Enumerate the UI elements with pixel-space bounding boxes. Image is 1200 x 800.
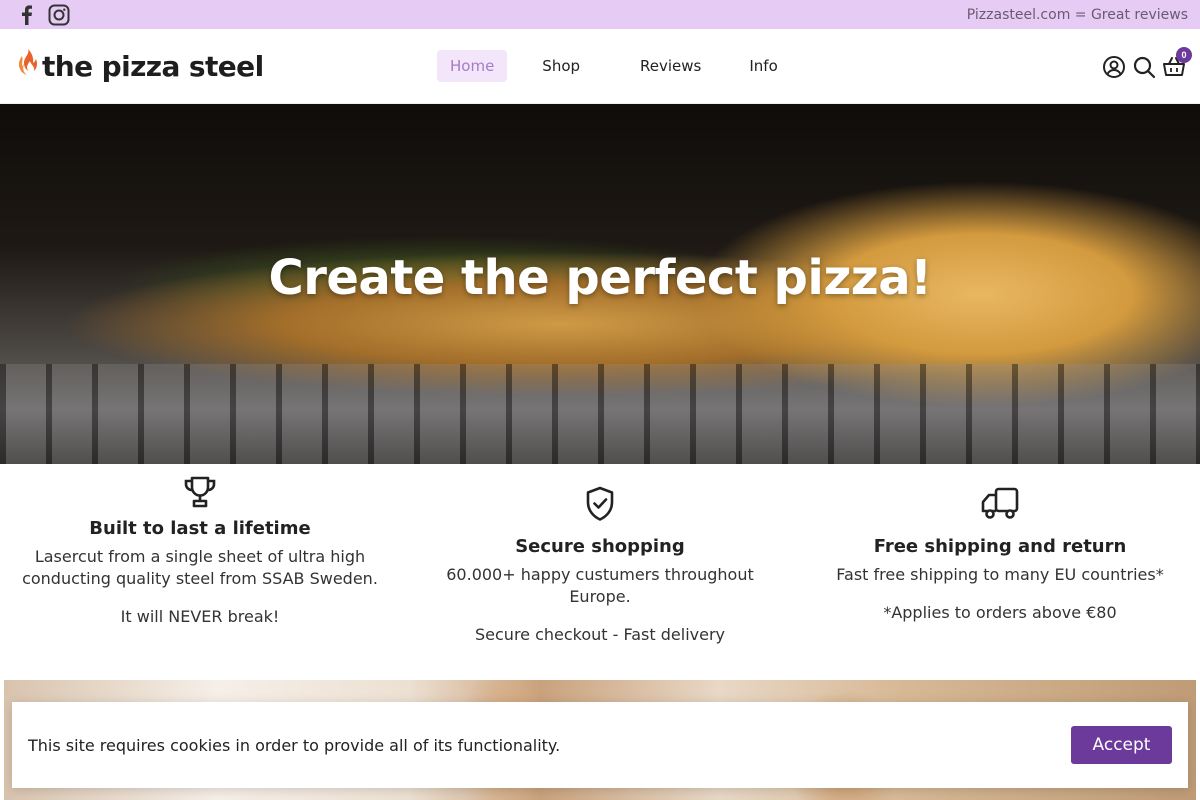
nav-home[interactable]: Home [437,50,508,82]
announcement-text[interactable]: Pizzasteel.com = Great reviews [967,7,1188,23]
announcement-bar: Pizzasteel.com = Great reviews [0,0,1200,29]
feature-subtext: It will NEVER break! [120,607,280,626]
nav-shop[interactable]: Shop [529,50,593,82]
search-icon[interactable] [1132,55,1156,79]
feature-subtext: Secure checkout - Fast delivery [475,625,725,644]
logo-text: the pizza steel [42,50,264,83]
feature-shipping: Free shipping and return Fast free shipp… [800,464,1200,680]
header-actions: 0 [1102,47,1192,79]
cart-icon[interactable]: 0 [1162,47,1192,79]
hero-banner: Create the perfect pizza! [0,104,1200,464]
accept-cookies-button[interactable]: Accept [1071,726,1172,764]
feature-text: Lasercut from a single sheet of ultra hi… [22,547,378,588]
cookie-banner: This site requires cookies in order to p… [12,702,1188,788]
main-nav: Home Shop Reviews Info [437,50,801,82]
cookie-text: This site requires cookies in order to p… [28,735,561,755]
feature-title: Free shipping and return [873,536,1127,557]
feature-lifetime: Built to last a lifetime Lasercut from a… [0,464,400,680]
feature-subtext: *Applies to orders above €80 [883,603,1117,622]
flame-logo-icon [16,47,40,86]
facebook-icon[interactable] [18,4,36,25]
feature-title: Built to last a lifetime [89,518,311,539]
cart-count-badge: 0 [1176,47,1192,63]
feature-secure: Secure shopping 60.000+ happy custumers … [400,464,800,680]
trophy-icon [20,474,380,510]
nav-info[interactable]: Info [736,50,790,82]
instagram-icon[interactable] [48,4,70,26]
site-header: the pizza steel Home Shop Reviews Info 0 [0,29,1200,104]
hero-title: Create the perfect pizza! [268,250,932,306]
feature-title: Secure shopping [515,536,685,557]
features-section: Built to last a lifetime Lasercut from a… [0,464,1200,680]
shield-check-icon [420,486,780,522]
social-links [18,4,70,26]
account-icon[interactable] [1102,55,1126,79]
hero-image [0,364,1200,464]
truck-icon [820,486,1180,522]
feature-text: Fast free shipping to many EU countries* [836,565,1164,584]
site-logo[interactable]: the pizza steel [16,47,264,86]
feature-text: 60.000+ happy custumers throughout Europ… [446,565,754,606]
nav-reviews[interactable]: Reviews [627,50,714,82]
